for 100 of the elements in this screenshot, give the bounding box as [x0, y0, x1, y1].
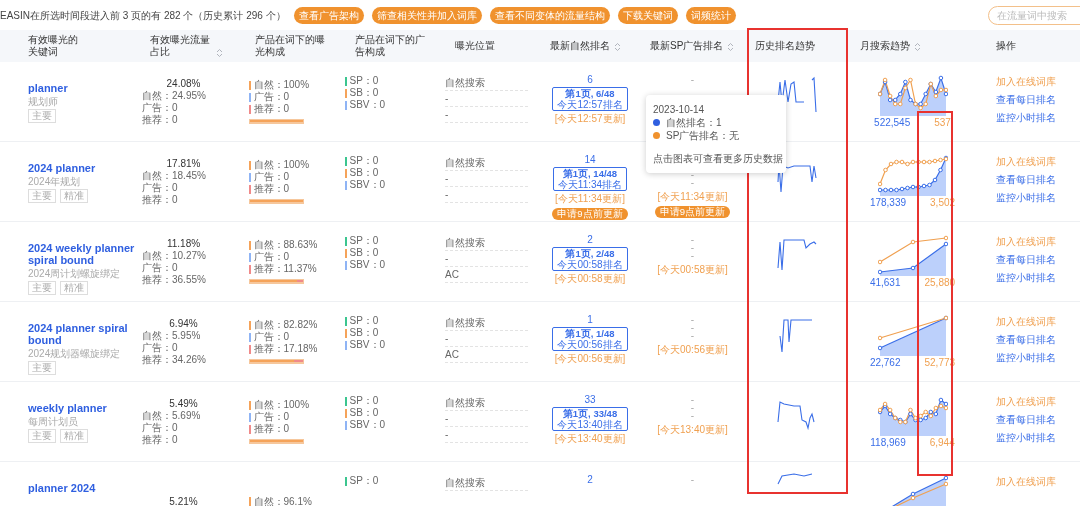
search-volume-start: 178,339 — [869, 198, 907, 208]
sp-rank-empty: - — [690, 236, 695, 244]
rank-page: 第1页, 33/48 — [562, 408, 618, 419]
keyword-translation: 2024周计划螺旋绑定 — [28, 268, 122, 279]
exposure-position: AC — [445, 267, 528, 283]
sp-rank-empty: - — [690, 76, 695, 84]
ad-item: SBV：0 — [349, 419, 386, 431]
update-time: [今天11:34更新] — [657, 191, 728, 202]
sp-rank-empty: - — [690, 324, 695, 332]
column-header: 产品在词下的广告构成 — [355, 34, 426, 58]
share-breakdown: 推荐：36.55% — [142, 273, 206, 286]
traffic-share: 6.94% — [169, 317, 199, 330]
tooltip-item: 自然排名：1 — [666, 116, 722, 129]
action-link[interactable]: 监控小时排名 — [996, 112, 1080, 124]
ad-item: SB：0 — [349, 407, 379, 419]
ad-item: SB：0 — [349, 247, 379, 259]
column-header: 有效曝光流量占比 — [150, 34, 211, 58]
action-link[interactable]: 监控小时排名 — [996, 272, 1080, 284]
keyword-link[interactable]: 2024 planner spiral bound — [28, 322, 136, 346]
update-time: [今天00:56更新] — [657, 344, 728, 355]
exposure-item: 自然：88.63% — [253, 239, 318, 251]
exposure-item: 自然：96.1% — [253, 495, 312, 506]
sp-rank-empty: - — [690, 244, 695, 252]
action-link[interactable]: 查看每日排名 — [996, 174, 1080, 186]
exposure-position: - — [445, 107, 528, 123]
rank-time: 今天11:34排名 — [557, 179, 623, 190]
column-header: 有效曝光的关键词 — [28, 34, 78, 58]
ad-item: SBV：0 — [349, 179, 386, 191]
keyword-link[interactable]: weekly planner — [28, 402, 136, 414]
ad-item: SP：0 — [349, 75, 379, 87]
sp-rank-empty: - — [690, 412, 695, 420]
exposure-position: - — [445, 91, 528, 107]
share-breakdown: 广告：0 — [142, 181, 178, 194]
column-header: 最新自然排名 — [550, 40, 610, 52]
rank-page: 第1页, 2/48 — [565, 248, 615, 259]
exposure-position: - — [445, 187, 528, 203]
keyword-tag: 精准 — [60, 189, 88, 203]
sp-rank-empty: - — [690, 179, 695, 187]
action-link[interactable]: 查看每日排名 — [996, 414, 1080, 426]
column-header: 操作 — [996, 40, 1016, 52]
rank-time: 今天13:40排名 — [557, 419, 623, 430]
ad-item: SB：0 — [349, 87, 379, 99]
rank-time: 今天00:56排名 — [557, 339, 623, 350]
exposure-position: 自然搜索 — [445, 155, 528, 171]
exposure-position: - — [445, 171, 528, 187]
keyword-translation: 每周计划员 — [28, 416, 79, 427]
search-volume-end: 537 — [934, 118, 951, 128]
share-breakdown: 推荐：0 — [142, 193, 178, 206]
ad-item: SBV：0 — [349, 339, 386, 351]
action-link[interactable]: 查看每日排名 — [996, 254, 1080, 266]
column-header: 月搜索趋势 — [860, 40, 910, 52]
action-link[interactable]: 监控小时排名 — [996, 352, 1080, 364]
update-time: [今天00:58更新] — [554, 273, 626, 284]
search-volume-start: 118,969 — [870, 438, 906, 448]
exposure-item: 广告：0 — [253, 91, 290, 103]
keyword-link[interactable]: 2024 planner — [28, 162, 136, 174]
keyword-tag: 精准 — [60, 281, 88, 295]
traffic-share: 11.18% — [166, 237, 202, 250]
ad-item: SP：0 — [349, 395, 379, 407]
update-time: [今天00:56更新] — [554, 353, 626, 364]
keyword-link[interactable]: planner — [28, 82, 136, 94]
exposure-position: - — [445, 411, 528, 427]
exposure-item: 自然：100% — [253, 79, 310, 91]
exposure-item: 推荐：0 — [253, 183, 290, 195]
organic-rank: 2 — [587, 234, 593, 245]
rank-time: 今天00:58排名 — [557, 259, 623, 270]
exposure-item: 广告：0 — [253, 331, 290, 343]
action-link[interactable]: 监控小时排名 — [996, 192, 1080, 204]
share-breakdown: 自然：5.69% — [142, 409, 201, 422]
share-breakdown: 自然：24.95% — [142, 89, 206, 102]
action-link[interactable]: 查看每日排名 — [996, 334, 1080, 346]
exposure-item: 自然：100% — [253, 159, 310, 171]
keyword-link[interactable]: 2024 weekly planner spiral bound — [28, 242, 136, 266]
traffic-share: 5.49% — [169, 397, 199, 410]
action-link[interactable]: 查看每日排名 — [996, 94, 1080, 106]
tooltip-date: 2023-10-14 — [653, 103, 706, 116]
keyword-tag: 精准 — [60, 429, 88, 443]
keyword-link[interactable]: planner 2024 — [28, 482, 136, 494]
organic-rank: 33 — [584, 394, 596, 405]
exposure-item: 广告：0 — [253, 171, 290, 183]
search-volume-start: 522,545 — [874, 118, 911, 128]
exposure-item: 自然：100% — [253, 399, 310, 411]
traffic-share: 24.08% — [166, 77, 202, 90]
keyword-translation: 2024年规划 — [28, 176, 82, 187]
update-time: [今天13:40更新] — [554, 433, 626, 444]
search-field[interactable]: 在流量词中搜索 — [988, 5, 1080, 25]
keyword-tag: 主要 — [28, 109, 56, 123]
share-breakdown: 广告：0 — [142, 421, 178, 434]
keyword-tag: 主要 — [28, 281, 56, 295]
action-link[interactable]: 监控小时排名 — [996, 432, 1080, 444]
share-breakdown: 广告：0 — [142, 101, 178, 114]
exposure-position: - — [445, 251, 528, 267]
rank-page: 第1页, 1/48 — [565, 328, 615, 339]
organic-rank: 6 — [587, 74, 593, 85]
column-header: 曝光位置 — [455, 40, 495, 52]
organic-rank: 1 — [587, 314, 593, 325]
sp-rank-empty: - — [690, 332, 695, 340]
sp-rank-empty: - — [690, 316, 695, 324]
rank-page: 第1页, 14/48 — [562, 168, 618, 179]
exposure-position: AC — [445, 347, 528, 363]
